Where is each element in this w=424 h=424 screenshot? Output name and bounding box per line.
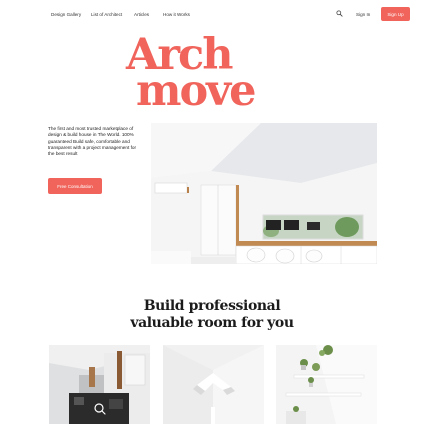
hero-room-image: [151, 123, 377, 264]
section-title-line-2: valuable room for you: [130, 315, 294, 331]
gallery-card-kitchen[interactable]: [49, 345, 150, 424]
gallery-card-white-corner[interactable]: [163, 345, 264, 424]
nav-articles[interactable]: Articles: [134, 12, 149, 17]
search-icon[interactable]: [336, 10, 343, 17]
nav-how-it-works[interactable]: How it Works: [163, 12, 190, 17]
intro-paragraph: The first and most trusted marketplace o…: [48, 126, 137, 157]
brand-line-2: move: [136, 66, 257, 116]
section-title-line-1: Build professional: [143, 298, 281, 314]
nav-design-gallery[interactable]: Design Gallery: [51, 12, 81, 17]
brand-logo-text: Arch move: [126, 34, 306, 116]
sign-in-link[interactable]: Sign In: [356, 12, 370, 17]
section-title: Build professional valuable room for you: [112, 298, 312, 332]
nav-list-of-architect[interactable]: List of Architect: [91, 12, 122, 17]
top-navbar: Design Gallery List of Architect Article…: [0, 0, 424, 30]
free-consultation-button[interactable]: Free Consultation: [48, 178, 102, 194]
gallery-card-plants-stairs[interactable]: [276, 345, 377, 424]
sign-up-button[interactable]: Sign Up: [381, 7, 410, 21]
